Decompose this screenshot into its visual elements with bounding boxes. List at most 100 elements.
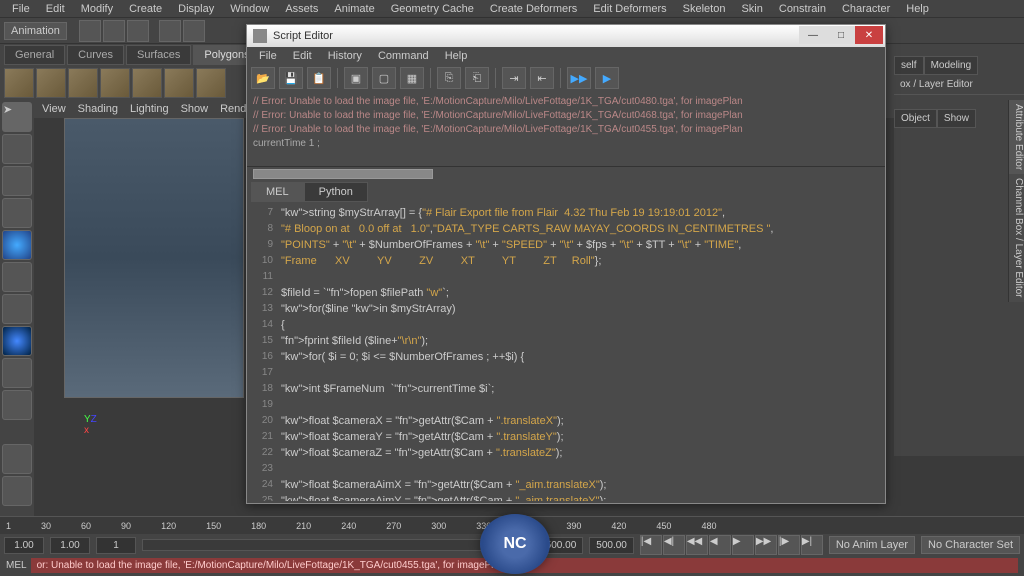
se-menu-command[interactable]: Command xyxy=(370,48,437,64)
channel-box-tab[interactable]: Channel Box / Layer Editor xyxy=(1008,174,1024,302)
play-fwd-icon[interactable]: ▶ xyxy=(732,535,754,555)
soft-tool-icon[interactable] xyxy=(2,326,32,356)
menu-character[interactable]: Character xyxy=(834,1,898,17)
module-selector[interactable]: Animation xyxy=(4,22,67,40)
shelf-item[interactable] xyxy=(36,68,66,98)
shelf-tab-curves[interactable]: Curves xyxy=(67,45,124,65)
code-line[interactable]: "Frame XV YV ZV XT YT ZT Roll"}; xyxy=(281,253,881,269)
manip-tool-icon[interactable] xyxy=(2,294,32,324)
code-text[interactable]: "kw">string $myStrArray[] = {"# Flair Ex… xyxy=(277,203,885,501)
code-line[interactable]: $fileId = `"fn">fopen $filePath "w"`; xyxy=(281,285,881,301)
lang-tab-python[interactable]: Python xyxy=(304,182,368,202)
code-line[interactable]: "kw">float $cameraZ = "fn">getAttr($Cam … xyxy=(281,445,881,461)
se-menu-help[interactable]: Help xyxy=(437,48,476,64)
code-line[interactable]: "kw">float $cameraAimY = "fn">getAttr($C… xyxy=(281,493,881,501)
right-tab-modeling[interactable]: Modeling xyxy=(924,56,979,75)
menu-animate[interactable]: Animate xyxy=(326,1,382,17)
viewport-render[interactable] xyxy=(64,118,244,398)
attribute-editor-tab[interactable]: Attribute Editor xyxy=(1008,100,1024,174)
go-end-icon[interactable]: ▶| xyxy=(801,535,823,555)
menu-help[interactable]: Help xyxy=(898,1,937,17)
move-tool-icon[interactable] xyxy=(2,198,32,228)
code-line[interactable]: "kw">for($line "kw">in $myStrArray) xyxy=(281,301,881,317)
close-button[interactable]: ✕ xyxy=(855,26,883,44)
select-tool-icon[interactable]: ➤ xyxy=(2,102,32,132)
code-line[interactable]: "kw">for( $i = 0; $i <= $NumberOfFrames … xyxy=(281,349,881,365)
show-history-icon[interactable]: ⎘ xyxy=(437,67,461,89)
paint-tool-icon[interactable] xyxy=(2,166,32,196)
menu-constrain[interactable]: Constrain xyxy=(771,1,834,17)
execute-all-icon[interactable]: ▶▶ xyxy=(567,67,591,89)
echo-all-icon[interactable]: ⇥ xyxy=(502,67,526,89)
scale-tool-icon[interactable] xyxy=(2,262,32,292)
right-tab-show[interactable]: Show xyxy=(937,109,976,128)
se-menu-history[interactable]: History xyxy=(320,48,370,64)
menu-geometry-cache[interactable]: Geometry Cache xyxy=(383,1,482,17)
code-line[interactable]: "kw">float $cameraX = "fn">getAttr($Cam … xyxy=(281,413,881,429)
shelf-item[interactable] xyxy=(100,68,130,98)
panel-menu-lighting[interactable]: Lighting xyxy=(130,103,169,115)
layout-four-icon[interactable] xyxy=(2,390,32,420)
open-scene-icon[interactable] xyxy=(103,20,125,42)
se-menu-edit[interactable]: Edit xyxy=(285,48,320,64)
right-tab-self[interactable]: self xyxy=(894,56,924,75)
output-scrollbar[interactable] xyxy=(247,167,885,181)
code-line[interactable]: "kw">float $cameraY = "fn">getAttr($Cam … xyxy=(281,429,881,445)
redo-icon[interactable] xyxy=(183,20,205,42)
anim-end-b-field[interactable]: 500.00 xyxy=(589,537,634,554)
script-input-pane[interactable]: 7891011121314151617181920212223242526272… xyxy=(247,203,885,501)
clear-history-icon[interactable]: ▣ xyxy=(344,67,368,89)
execute-icon[interactable]: ▶ xyxy=(595,67,619,89)
current-frame-field[interactable]: 1 xyxy=(96,537,136,554)
menu-file[interactable]: File xyxy=(4,1,38,17)
range-start-field[interactable]: 1.00 xyxy=(50,537,90,554)
save-to-shelf-icon[interactable]: 📋 xyxy=(307,67,331,89)
prev-key-icon[interactable]: ◀◀ xyxy=(686,535,708,555)
open-script-icon[interactable]: 📂 xyxy=(251,67,275,89)
script-output-pane[interactable]: // Error: Unable to load the image file,… xyxy=(247,91,885,167)
minimize-button[interactable]: — xyxy=(799,26,827,44)
maximize-button[interactable]: □ xyxy=(827,26,855,44)
code-line[interactable]: "fn">fprint $fileId ($line+"\r\n"); xyxy=(281,333,881,349)
shelf-tab-general[interactable]: General xyxy=(4,45,65,65)
rewind-icon[interactable]: |◀ xyxy=(640,535,662,555)
code-line[interactable] xyxy=(281,397,881,413)
layout-persp-icon[interactable] xyxy=(2,444,32,474)
lasso-tool-icon[interactable] xyxy=(2,134,32,164)
menu-modify[interactable]: Modify xyxy=(73,1,121,17)
line-numbers-icon[interactable]: ⇤ xyxy=(530,67,554,89)
layout-outliner-icon[interactable] xyxy=(2,476,32,506)
next-key-icon[interactable]: ▶▶ xyxy=(755,535,777,555)
menu-display[interactable]: Display xyxy=(170,1,222,17)
lang-tab-mel[interactable]: MEL xyxy=(251,182,304,202)
shelf-tab-surfaces[interactable]: Surfaces xyxy=(126,45,191,65)
code-line[interactable] xyxy=(281,269,881,285)
layout-single-icon[interactable] xyxy=(2,358,32,388)
menu-edit[interactable]: Edit xyxy=(38,1,73,17)
shelf-item[interactable] xyxy=(164,68,194,98)
menu-assets[interactable]: Assets xyxy=(277,1,326,17)
panel-menu-view[interactable]: View xyxy=(42,103,66,115)
code-line[interactable]: "kw">int $FrameNum `"fn">currentTime $i`… xyxy=(281,381,881,397)
rotate-tool-icon[interactable] xyxy=(2,230,32,260)
menu-skin[interactable]: Skin xyxy=(733,1,770,17)
shelf-item[interactable] xyxy=(196,68,226,98)
code-line[interactable]: { xyxy=(281,317,881,333)
save-scene-icon[interactable] xyxy=(127,20,149,42)
shelf-item[interactable] xyxy=(132,68,162,98)
character-set-dropdown[interactable]: No Character Set xyxy=(921,536,1020,554)
right-tab-object[interactable]: Object xyxy=(894,109,937,128)
undo-icon[interactable] xyxy=(159,20,181,42)
menu-window[interactable]: Window xyxy=(222,1,277,17)
shelf-item[interactable] xyxy=(68,68,98,98)
menu-edit-deformers[interactable]: Edit Deformers xyxy=(585,1,674,17)
menu-skeleton[interactable]: Skeleton xyxy=(675,1,734,17)
anim-layer-dropdown[interactable]: No Anim Layer xyxy=(829,536,915,554)
panel-menu-show[interactable]: Show xyxy=(181,103,209,115)
code-line[interactable]: "POINTS" + "\t" + $NumberOfFrames + "\t"… xyxy=(281,237,881,253)
new-scene-icon[interactable] xyxy=(79,20,101,42)
shelf-item[interactable] xyxy=(4,68,34,98)
code-line[interactable] xyxy=(281,365,881,381)
code-line[interactable] xyxy=(281,461,881,477)
step-back-icon[interactable]: ◀| xyxy=(663,535,685,555)
